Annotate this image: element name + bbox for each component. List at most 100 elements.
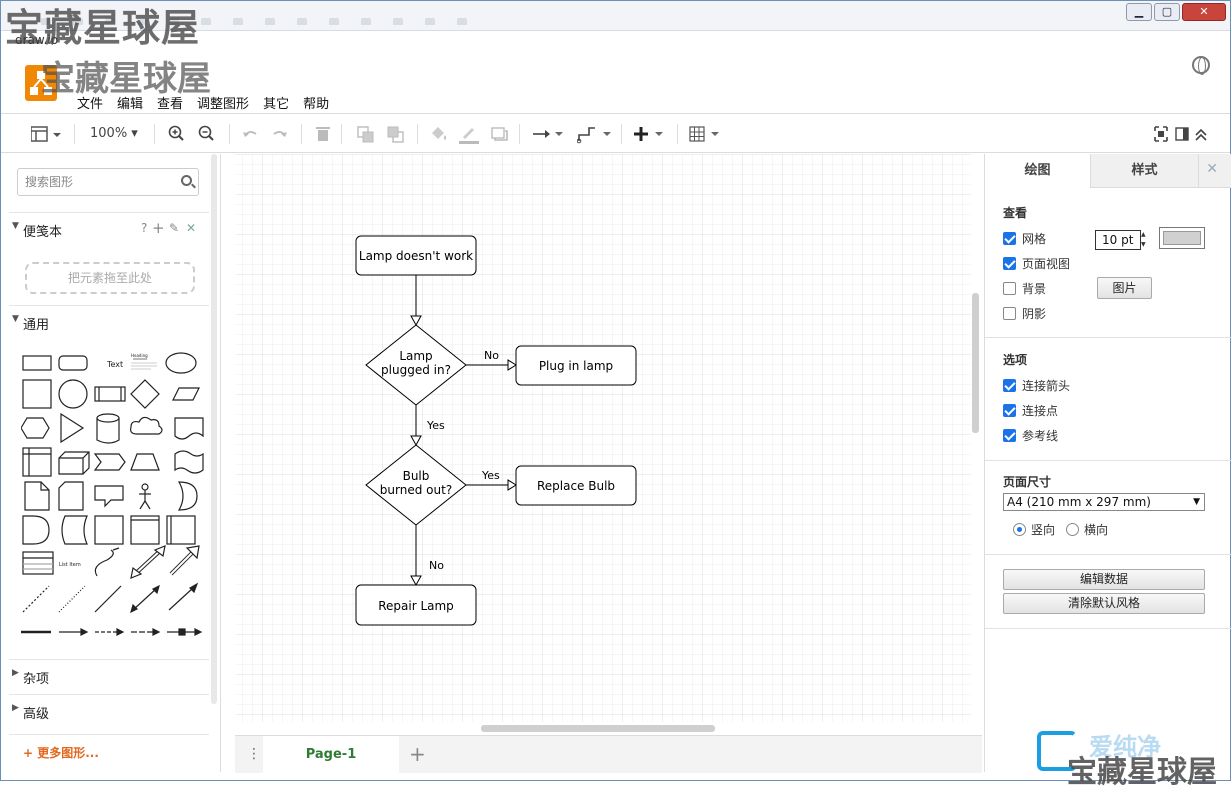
fill-color-icon[interactable]: [429, 124, 449, 144]
connection-points-checkbox[interactable]: 连接点: [1003, 404, 1058, 418]
sidebar-scrollbar[interactable]: [211, 154, 217, 704]
close-button[interactable]: ✕: [1182, 3, 1226, 21]
connection-arrows-checkbox[interactable]: 连接箭头: [1003, 379, 1070, 393]
delete-icon[interactable]: [315, 124, 331, 144]
collapse-icon[interactable]: [1194, 124, 1208, 144]
undo-icon[interactable]: [241, 124, 259, 144]
brand-line2: 宝藏星球屋: [1067, 755, 1217, 790]
shape-triangle: [60, 412, 85, 444]
page-view-checkbox[interactable]: 页面视图: [1003, 257, 1070, 271]
scratchpad-add-icon[interactable]: +: [152, 219, 165, 237]
landscape-radio[interactable]: 横向: [1066, 523, 1108, 537]
search-icon[interactable]: [181, 175, 192, 186]
divider: [985, 554, 1231, 555]
format-panel-icon[interactable]: [1174, 124, 1190, 144]
label-replace-bulb: Replace Bulb: [537, 479, 615, 493]
scratchpad-close-icon[interactable]: ✕: [186, 221, 196, 235]
search-input[interactable]: 搜索图形: [17, 168, 199, 196]
table-icon[interactable]: [689, 124, 723, 144]
zoom-out-icon[interactable]: [198, 124, 216, 144]
general-section-header[interactable]: ▼ 通用: [9, 314, 209, 333]
checkbox-checked-icon[interactable]: [1003, 429, 1016, 442]
add-page-button[interactable]: +: [409, 742, 426, 766]
guides-checkbox[interactable]: 参考线: [1003, 429, 1058, 443]
clear-default-style-button[interactable]: 清除默认风格: [1003, 593, 1205, 614]
to-front-icon[interactable]: [357, 124, 375, 144]
minimize-button[interactable]: ▁: [1126, 3, 1152, 21]
page-size-value: A4 (210 mm x 297 mm): [1007, 495, 1151, 509]
pages-menu-icon[interactable]: ⋮: [247, 746, 261, 762]
advanced-section-header[interactable]: ▶ 高级: [9, 703, 209, 722]
edit-data-button[interactable]: 编辑数据: [1003, 569, 1205, 590]
tab-style[interactable]: 样式: [1090, 154, 1198, 188]
menu-extras[interactable]: 其它: [263, 93, 289, 112]
background-image-button[interactable]: 图片: [1097, 277, 1152, 299]
checkbox-checked-icon[interactable]: [1003, 404, 1016, 417]
checkbox-checked-icon[interactable]: [1003, 232, 1016, 245]
scratchpad-header[interactable]: ▼ 便笺本 ? + ✎ ✕: [9, 219, 209, 240]
misc-section-header[interactable]: ▶ 杂项: [9, 668, 209, 687]
grid-size-input[interactable]: 10 pt: [1095, 230, 1141, 250]
divider: [9, 734, 209, 735]
edge-label-no: No: [484, 349, 499, 362]
shape-connector-1: [59, 628, 89, 636]
maximize-button[interactable]: ▢: [1154, 3, 1180, 21]
connection-icon[interactable]: [533, 124, 565, 144]
grid-checkbox[interactable]: 网格: [1003, 232, 1046, 246]
radio-unselected-icon[interactable]: [1066, 523, 1079, 536]
scratchpad-help-icon[interactable]: ?: [141, 221, 147, 235]
language-globe-icon[interactable]: [1192, 56, 1210, 75]
search-placeholder: 搜索图形: [25, 175, 74, 189]
watermark: 宝藏星球屋: [5, 6, 201, 50]
page-view-icon[interactable]: [31, 124, 63, 144]
shape-cylinder: [96, 413, 120, 444]
toolbar: 100% ▾: [1, 115, 1230, 153]
menu-help[interactable]: 帮助: [303, 93, 329, 112]
label-bulb-burned-line2: burned out?: [380, 483, 452, 497]
page-tab-1[interactable]: Page-1: [263, 736, 399, 774]
shape-dashed-line: [22, 585, 50, 613]
shape-card: [58, 481, 84, 511]
canvas-vertical-scrollbar[interactable]: [972, 293, 979, 433]
checkbox-unchecked-icon[interactable]: [1003, 307, 1016, 320]
shape-list: [22, 551, 54, 575]
page-size-select[interactable]: A4 (210 mm x 297 mm) ▼: [1003, 493, 1205, 511]
tab-diagram[interactable]: 绘图: [985, 154, 1090, 188]
shape-delay: [22, 515, 50, 545]
zoom-value: 100%: [90, 126, 128, 141]
radio-selected-icon[interactable]: [1013, 523, 1026, 536]
grid-color-swatch: [1163, 231, 1201, 245]
checkbox-checked-icon[interactable]: [1003, 257, 1016, 270]
shadow-checkbox[interactable]: 阴影: [1003, 307, 1046, 321]
portrait-label: 竖向: [1031, 523, 1056, 537]
grid-color-button[interactable]: [1159, 227, 1205, 249]
insert-icon[interactable]: [633, 124, 667, 144]
scratchpad-dropzone[interactable]: 把元素拖至此处: [25, 262, 195, 294]
waypoints-icon[interactable]: [577, 124, 613, 144]
zoom-dropdown[interactable]: 100% ▾: [90, 124, 138, 144]
checkbox-checked-icon[interactable]: [1003, 379, 1016, 392]
shadow-icon[interactable]: [491, 124, 509, 144]
redo-icon[interactable]: [271, 124, 289, 144]
fullscreen-icon[interactable]: [1153, 124, 1169, 144]
scratchpad-edit-icon[interactable]: ✎: [169, 221, 179, 235]
diagram-svg: Lamp doesn't work Lamp plugged in? Plug …: [236, 154, 971, 722]
advanced-title: 高级: [23, 707, 50, 722]
zoom-in-icon[interactable]: [168, 124, 186, 144]
grid-size-stepper[interactable]: ▲ ▼: [1141, 230, 1151, 250]
shape-swimlane: [130, 515, 160, 545]
general-title: 通用: [23, 318, 50, 333]
shape-curve: [94, 547, 120, 577]
line-color-icon[interactable]: [459, 124, 479, 144]
more-shapes-button[interactable]: + 更多图形...: [23, 744, 99, 761]
close-icon[interactable]: ✕: [1206, 161, 1218, 177]
background-checkbox[interactable]: 背景: [1003, 282, 1046, 296]
shape-directional-connector: [168, 582, 199, 611]
portrait-radio[interactable]: 竖向: [1013, 523, 1055, 537]
to-back-icon[interactable]: [387, 124, 405, 144]
diagram-canvas[interactable]: Lamp doesn't work Lamp plugged in? Plug …: [222, 154, 984, 734]
shape-cloud: [130, 416, 163, 435]
shape-rounded-rectangle: [58, 355, 88, 371]
checkbox-unchecked-icon[interactable]: [1003, 282, 1016, 295]
canvas-horizontal-scrollbar[interactable]: [481, 725, 715, 732]
